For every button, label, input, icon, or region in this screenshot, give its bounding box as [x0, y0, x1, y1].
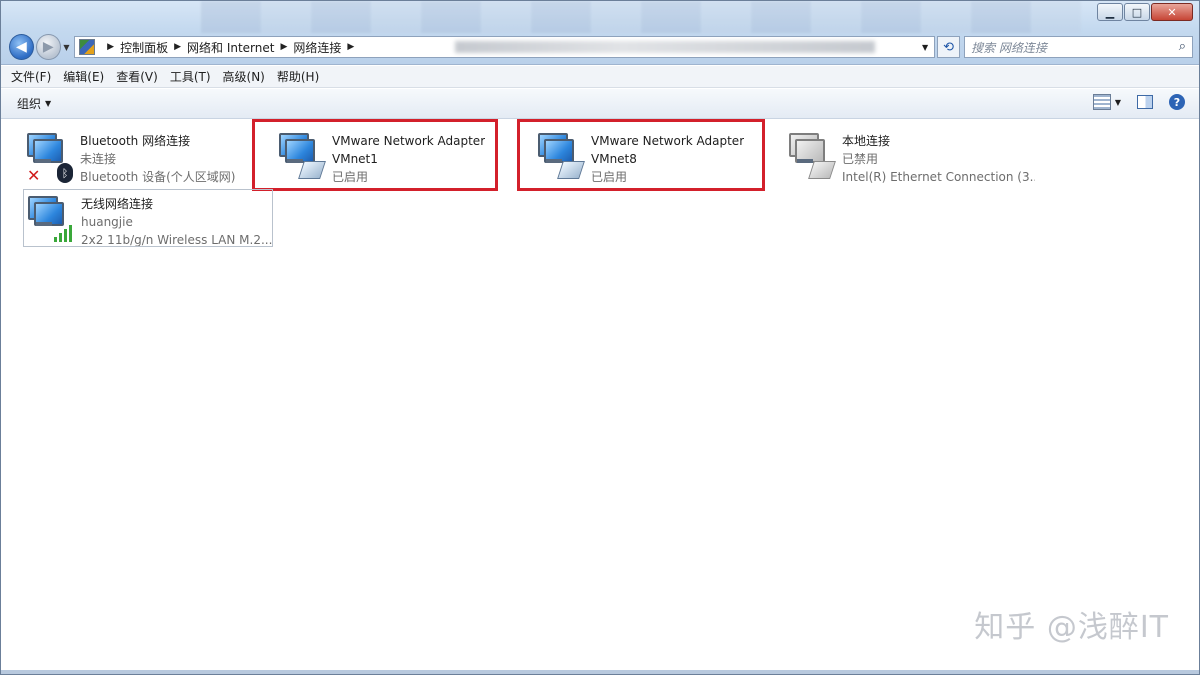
close-button[interactable]: ✕: [1151, 3, 1193, 21]
search-input[interactable]: 搜索 网络连接 ⌕: [964, 36, 1194, 58]
network-adapter-disabled-icon: [785, 127, 841, 183]
wireless-signal-icon: [24, 190, 80, 246]
connection-status: huangjie: [81, 215, 133, 229]
connection-device: Bluetooth 设备(个人区域网): [80, 170, 236, 184]
minimize-button[interactable]: ▁: [1097, 3, 1123, 21]
menu-bar: 文件(F) 编辑(E) 查看(V) 工具(T) 高级(N) 帮助(H): [1, 66, 1199, 88]
control-panel-icon: [79, 39, 96, 55]
breadcrumb-network-connections[interactable]: 网络连接: [293, 39, 341, 56]
menu-file[interactable]: 文件(F): [11, 68, 51, 85]
connection-wireless[interactable]: 无线网络连接 huangjie 2x2 11b/g/n Wireless LAN…: [23, 189, 273, 247]
breadcrumb-control-panel[interactable]: 控制面板: [120, 39, 168, 56]
breadcrumb-network-internet[interactable]: 网络和 Internet: [187, 39, 274, 56]
organize-label: 组织: [17, 97, 42, 111]
connection-name: 无线网络连接: [81, 197, 154, 211]
red-x-icon: ✕: [27, 166, 41, 185]
chevron-right-icon[interactable]: ▶: [174, 42, 181, 52]
organize-button[interactable]: 组织 ▼: [17, 95, 51, 112]
command-bar: 组织 ▼ ▼ ?: [1, 89, 1199, 119]
chevron-right-icon[interactable]: ▶: [107, 42, 114, 52]
bluetooth-disconnected-icon: ✕ ᛒ: [23, 127, 79, 185]
connection-device: Intel(R) Ethernet Connection (3...: [842, 170, 1035, 184]
connection-local[interactable]: 本地连接 已禁用 Intel(R) Ethernet Connection (3…: [785, 127, 1035, 185]
caption-buttons: ▁ □ ✕: [1097, 3, 1193, 21]
menu-advanced[interactable]: 高级(N): [223, 68, 265, 85]
title-bar: ▁ □ ✕ ◀ ▶ ▼ ▶ 控制面板 ▶ 网络和 Internet ▶ 网络连接…: [1, 1, 1199, 65]
recent-pages-dropdown[interactable]: ▼: [61, 43, 72, 52]
window-bottom-border: [1, 670, 1199, 674]
connection-name: Bluetooth 网络连接: [80, 134, 191, 148]
connection-vmnet8[interactable]: VMware Network Adapter VMnet8 已启用: [517, 119, 765, 191]
search-icon[interactable]: ⌕: [1179, 39, 1186, 54]
refresh-button[interactable]: ⟲: [937, 36, 961, 58]
change-view-icon[interactable]: [1092, 94, 1111, 110]
connection-bluetooth[interactable]: ✕ ᛒ Bluetooth 网络连接 未连接 Bluetooth 设备(个人区域…: [23, 127, 273, 185]
chevron-down-icon: ▼: [45, 99, 52, 108]
explorer-window: ▁ □ ✕ ◀ ▶ ▼ ▶ 控制面板 ▶ 网络和 Internet ▶ 网络连接…: [0, 0, 1200, 675]
signal-bars-icon: [54, 224, 74, 242]
connection-name: VMware Network Adapter: [332, 134, 486, 148]
help-icon[interactable]: ?: [1169, 94, 1185, 110]
connection-name: VMware Network Adapter: [591, 134, 745, 148]
chevron-down-icon[interactable]: ▼: [1115, 98, 1121, 107]
search-placeholder: 搜索 网络连接: [971, 40, 1047, 55]
navigation-bar: ◀ ▶ ▼ ▶ 控制面板 ▶ 网络和 Internet ▶ 网络连接 ▶ ▼ ⟲…: [9, 33, 1194, 61]
menu-edit[interactable]: 编辑(E): [63, 68, 104, 85]
address-bar[interactable]: ▶ 控制面板 ▶ 网络和 Internet ▶ 网络连接 ▶ ▼: [74, 36, 936, 58]
preview-pane-icon[interactable]: [1137, 95, 1153, 109]
connection-device: 已启用: [591, 170, 628, 184]
blurred-background: [201, 1, 1081, 33]
forward-button[interactable]: ▶: [35, 34, 61, 60]
menu-tools[interactable]: 工具(T): [170, 68, 211, 85]
blurred-region: [455, 41, 876, 53]
network-adapter-icon: [534, 127, 590, 183]
connection-device: 已启用: [332, 170, 369, 184]
menu-help[interactable]: 帮助(H): [277, 68, 319, 85]
back-button[interactable]: ◀: [9, 34, 34, 60]
menu-view[interactable]: 查看(V): [116, 68, 158, 85]
chevron-right-icon[interactable]: ▶: [280, 42, 287, 52]
bluetooth-icon: ᛒ: [57, 163, 73, 183]
connection-status: VMnet8: [591, 152, 637, 166]
network-adapter-icon: [275, 127, 331, 183]
maximize-button[interactable]: □: [1124, 3, 1150, 21]
chevron-down-icon[interactable]: ▼: [922, 43, 928, 52]
chevron-right-icon[interactable]: ▶: [347, 42, 354, 52]
connections-list: ✕ ᛒ Bluetooth 网络连接 未连接 Bluetooth 设备(个人区域…: [1, 119, 1199, 674]
ethernet-plug-icon: [298, 161, 326, 179]
connection-name: 本地连接: [842, 134, 891, 148]
connection-status: 已禁用: [842, 152, 879, 166]
ethernet-plug-icon: [557, 161, 585, 179]
ethernet-plug-icon: [808, 161, 836, 179]
connection-status: 未连接: [80, 152, 117, 166]
command-bar-right: ▼ ?: [1092, 94, 1185, 110]
connection-vmnet1[interactable]: VMware Network Adapter VMnet1 已启用: [252, 119, 498, 191]
connection-status: VMnet1: [332, 152, 378, 166]
watermark: 知乎 @浅醉IT: [974, 610, 1169, 645]
connection-device: 2x2 11b/g/n Wireless LAN M.2...: [81, 233, 272, 246]
